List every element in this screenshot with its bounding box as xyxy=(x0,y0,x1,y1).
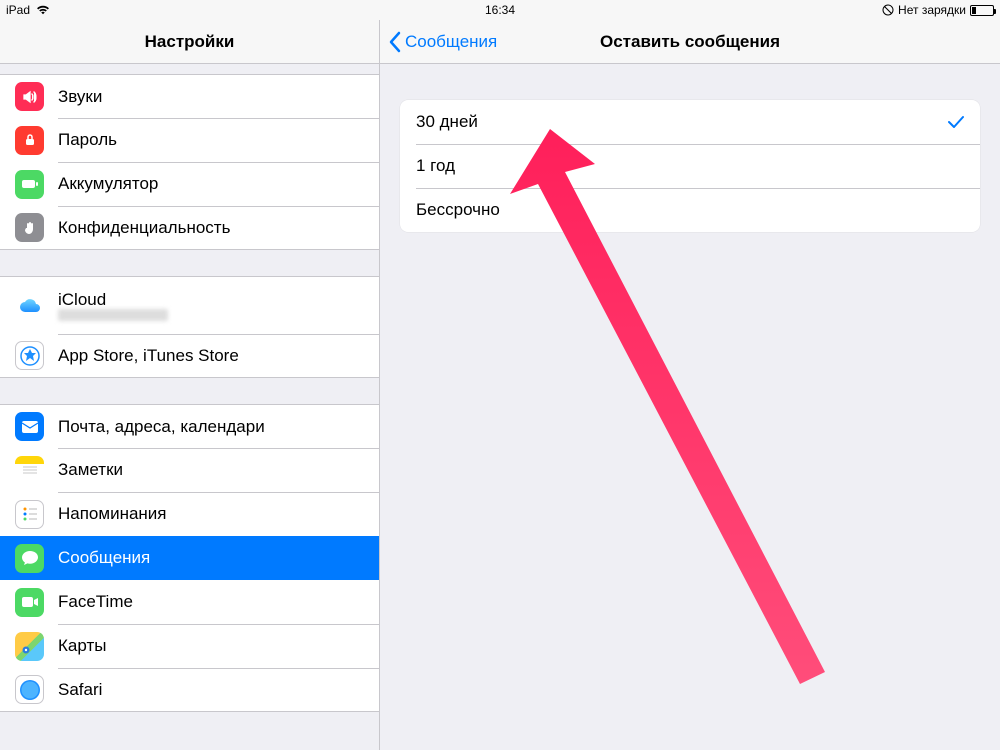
sidebar-item-messages[interactable]: Сообщения xyxy=(0,536,379,580)
sidebar-item-label: Напоминания xyxy=(58,504,167,524)
sidebar-item-passcode[interactable]: Пароль xyxy=(0,118,379,162)
notes-icon xyxy=(15,456,44,485)
messages-icon xyxy=(15,544,44,573)
wifi-icon xyxy=(36,5,50,15)
sidebar-item-battery[interactable]: Аккумулятор xyxy=(0,162,379,206)
sidebar-item-label: Заметки xyxy=(58,460,123,480)
detail-nav-bar: Сообщения Оставить сообщения xyxy=(380,20,1000,64)
icloud-account-redacted xyxy=(58,309,168,321)
sidebar-item-icloud[interactable]: iCloud xyxy=(0,276,379,334)
sidebar-item-label: App Store, iTunes Store xyxy=(58,346,239,366)
back-button-label: Сообщения xyxy=(405,32,497,52)
charge-status-text: Нет зарядки xyxy=(898,3,966,17)
sidebar-item-facetime[interactable]: FaceTime xyxy=(0,580,379,624)
device-label: iPad xyxy=(6,3,30,17)
sidebar-item-label: Карты xyxy=(58,636,106,656)
sidebar-item-appstore[interactable]: App Store, iTunes Store xyxy=(0,334,379,378)
detail-pane: Сообщения Оставить сообщения 30 дней 1 г… xyxy=(380,20,1000,750)
split-view: Настройки Звуки Пароль Аккумулято xyxy=(0,20,1000,750)
sounds-icon xyxy=(15,82,44,111)
battery-icon xyxy=(15,170,44,199)
sidebar-item-label: Аккумулятор xyxy=(58,174,158,194)
status-right: Нет зарядки xyxy=(882,3,994,17)
sidebar-item-label: Сообщения xyxy=(58,548,150,568)
reminders-icon xyxy=(15,500,44,529)
sidebar-item-label: Почта, адреса, календари xyxy=(58,417,265,437)
sidebar-scroll[interactable]: Звуки Пароль Аккумулятор Конфиденциально… xyxy=(0,64,379,750)
sidebar-title: Настройки xyxy=(0,20,379,64)
maps-icon xyxy=(15,632,44,661)
charging-disabled-icon xyxy=(882,4,894,16)
status-left: iPad xyxy=(6,3,50,17)
appstore-icon xyxy=(15,341,44,370)
sidebar-item-label: iCloud xyxy=(58,290,168,310)
settings-sidebar: Настройки Звуки Пароль Аккумулято xyxy=(0,20,380,750)
sidebar-item-reminders[interactable]: Напоминания xyxy=(0,492,379,536)
sidebar-item-label: FaceTime xyxy=(58,592,133,612)
back-button[interactable]: Сообщения xyxy=(380,31,497,53)
status-time: 16:34 xyxy=(485,3,515,17)
facetime-icon xyxy=(15,588,44,617)
sidebar-item-label: Звуки xyxy=(58,87,102,107)
chevron-left-icon xyxy=(388,31,401,53)
sidebar-item-privacy[interactable]: Конфиденциальность xyxy=(0,206,379,250)
battery-icon xyxy=(970,5,994,16)
lock-icon xyxy=(15,126,44,155)
sidebar-item-mail[interactable]: Почта, адреса, календари xyxy=(0,404,379,448)
safari-icon xyxy=(15,675,44,704)
detail-title: Оставить сообщения xyxy=(600,32,780,52)
sidebar-item-notes[interactable]: Заметки xyxy=(0,448,379,492)
icloud-icon xyxy=(15,291,44,320)
sidebar-item-sounds[interactable]: Звуки xyxy=(0,74,379,118)
sidebar-item-label: Конфиденциальность xyxy=(58,218,230,238)
mail-icon xyxy=(15,412,44,441)
sidebar-item-safari[interactable]: Safari xyxy=(0,668,379,712)
sidebar-item-maps[interactable]: Карты xyxy=(0,624,379,668)
sidebar-item-label: Пароль xyxy=(58,130,117,150)
annotation-arrow-icon xyxy=(380,64,1000,750)
detail-body: 30 дней 1 год Бессрочно xyxy=(380,64,1000,750)
hand-icon xyxy=(15,213,44,242)
sidebar-item-label: Safari xyxy=(58,680,102,700)
status-bar: iPad 16:34 Нет зарядки xyxy=(0,0,1000,20)
